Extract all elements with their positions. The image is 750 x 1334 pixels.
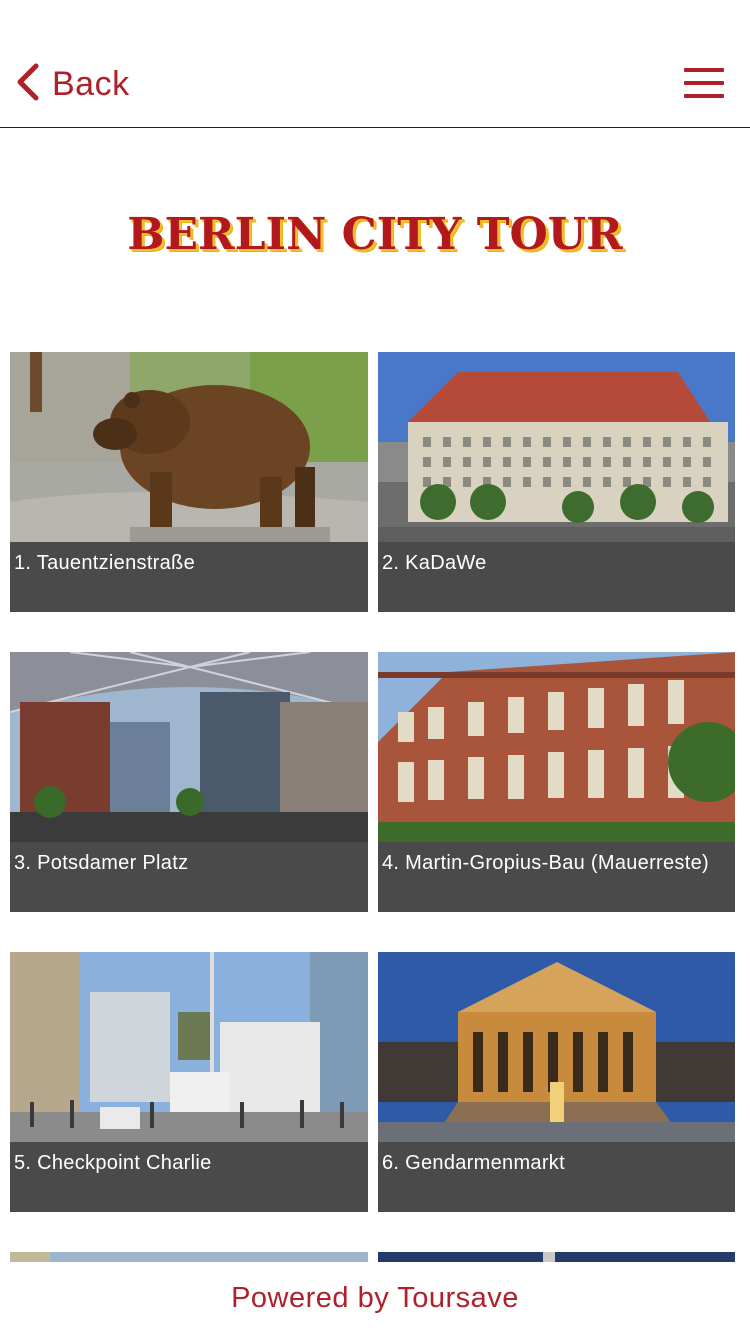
back-button[interactable]: Back — [14, 60, 130, 108]
tour-card-label: 5. Checkpoint Charlie — [14, 1152, 212, 1174]
tour-card-3[interactable]: 3. Potsdamer Platz — [10, 652, 368, 912]
chevron-left-icon — [14, 62, 42, 107]
brown-bear-photo — [10, 352, 368, 542]
department-store-building-photo — [378, 352, 735, 542]
tour-card-label: 4. Martin-Gropius-Bau (Mauerreste) — [382, 852, 709, 874]
hamburger-menu-icon[interactable] — [684, 68, 724, 100]
tour-card-6[interactable]: 6. Gendarmenmarkt — [378, 952, 735, 1212]
checkpoint-booth-street-photo — [10, 952, 368, 1142]
footer: Powered by Toursave — [0, 1262, 750, 1334]
tour-card-4[interactable]: 4. Martin-Gropius-Bau (Mauerreste) — [378, 652, 735, 912]
tour-card-label: 2. KaDaWe — [382, 552, 487, 574]
tour-card-label: 6. Gendarmenmarkt — [382, 1152, 565, 1174]
tour-card-5[interactable]: 5. Checkpoint Charlie — [10, 952, 368, 1212]
powered-by-text[interactable]: Powered by Toursave — [231, 1282, 519, 1315]
tour-card-label: 1. Tauentzienstraße — [14, 552, 195, 574]
title-banner: BERLIN CITY TOUR — [0, 196, 750, 272]
tour-card-label: 3. Potsdamer Platz — [14, 852, 189, 874]
back-label: Back — [52, 64, 130, 103]
concert-hall-night-photo — [378, 952, 735, 1142]
tour-card-2[interactable]: 2. KaDaWe — [378, 352, 735, 612]
historic-museum-building-photo — [378, 652, 735, 842]
navigation-header: Back — [0, 0, 750, 128]
tour-card-1[interactable]: 1. Tauentzienstraße — [10, 352, 368, 612]
sony-center-roof-photo — [10, 652, 368, 842]
tour-list-screen: Back BERLIN CITY TOUR 1. Tauentzienstraß… — [0, 0, 750, 1334]
page-title: BERLIN CITY TOUR — [127, 208, 623, 260]
